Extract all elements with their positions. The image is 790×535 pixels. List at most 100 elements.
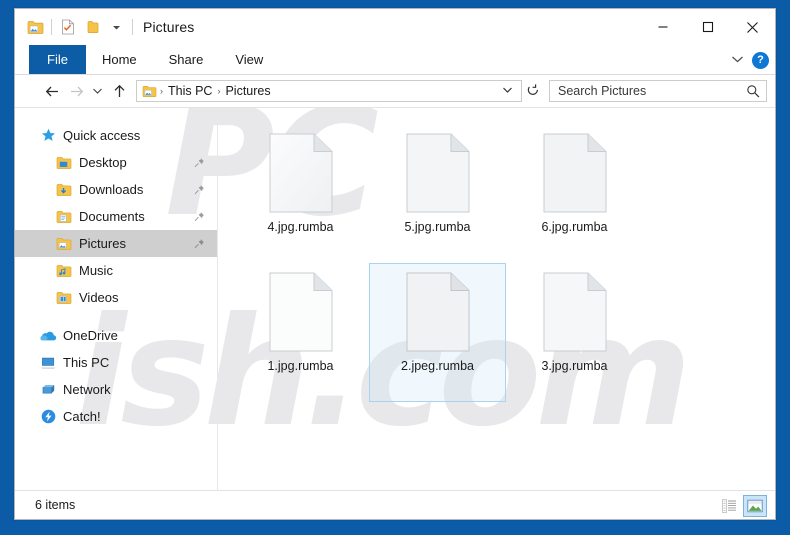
file-tile[interactable]: 5.jpg.rumba [369, 124, 506, 263]
help-button[interactable]: ? [752, 51, 769, 69]
breadcrumb-this-pc[interactable]: This PC [164, 84, 216, 98]
file-explorer-window: Pictures File Home Share View ? › This P… [14, 8, 776, 520]
file-name: 4.jpg.rumba [267, 220, 334, 234]
quick-access-toolbar [23, 15, 137, 39]
file-tile[interactable]: 3.jpg.rumba [506, 263, 643, 402]
sidebar-label: OneDrive [63, 328, 118, 343]
this-pc-monitor-icon [39, 355, 57, 371]
star-icon [39, 128, 57, 144]
tab-file[interactable]: File [29, 45, 86, 74]
address-dropdown-chevron-icon[interactable] [496, 86, 519, 97]
network-icon [39, 382, 57, 398]
file-name: 1.jpg.rumba [267, 359, 334, 373]
toolbar-separator-2 [132, 19, 133, 35]
sidebar-label: Music [79, 263, 113, 278]
folder-music-icon [55, 263, 73, 279]
pin-icon[interactable] [193, 211, 205, 223]
navigation-pane: Quick access Desktop Downloads Documents… [15, 108, 218, 490]
generic-file-icon [543, 272, 607, 352]
search-input[interactable]: Search Pictures [549, 80, 767, 102]
minimize-button[interactable] [640, 9, 685, 45]
ribbon-tab-bar: File Home Share View ? [15, 45, 775, 75]
pin-icon[interactable] [193, 238, 205, 250]
sidebar-label: Videos [79, 290, 119, 305]
title-bar: Pictures [15, 9, 775, 45]
onedrive-cloud-icon [39, 328, 57, 344]
folder-desktop-icon [55, 155, 73, 171]
tab-share[interactable]: Share [153, 45, 220, 74]
sidebar-item-downloads[interactable]: Downloads [15, 176, 217, 203]
view-toggle-group [717, 491, 767, 519]
generic-file-icon [406, 133, 470, 213]
sidebar-label: Documents [79, 209, 145, 224]
pin-icon[interactable] [193, 157, 205, 169]
tab-home[interactable]: Home [86, 45, 153, 74]
maximize-button[interactable] [685, 9, 730, 45]
forward-button[interactable] [65, 80, 87, 102]
search-placeholder: Search Pictures [558, 84, 647, 98]
desktop-background: Pictures File Home Share View ? › This P… [0, 0, 790, 535]
breadcrumb-folder-icon [142, 85, 159, 98]
details-view-button[interactable] [717, 495, 741, 517]
sidebar-item-pictures[interactable]: Pictures [15, 230, 217, 257]
generic-file-icon [543, 133, 607, 213]
status-bar: 6 items [15, 490, 775, 519]
generic-file-icon [269, 133, 333, 213]
address-bar: › This PC › Pictures Search Pictures [15, 75, 775, 107]
sidebar-item-videos[interactable]: Videos [15, 284, 217, 311]
large-icons-view-button[interactable] [743, 494, 767, 517]
file-name: 3.jpg.rumba [541, 359, 608, 373]
file-tile[interactable]: 6.jpg.rumba [506, 124, 643, 263]
new-folder-icon[interactable] [80, 15, 104, 39]
tab-view[interactable]: View [219, 45, 279, 74]
sidebar-item-music[interactable]: Music [15, 257, 217, 284]
sidebar-item-network[interactable]: Network [15, 376, 217, 403]
folder-pictures-icon[interactable] [23, 15, 47, 39]
refresh-button[interactable] [524, 83, 545, 100]
pin-icon[interactable] [193, 184, 205, 196]
generic-file-icon [269, 272, 333, 352]
caption-button-group [640, 9, 775, 45]
sidebar-item-documents[interactable]: Documents [15, 203, 217, 230]
folder-pictures-icon [55, 236, 73, 252]
up-button[interactable] [108, 80, 130, 102]
sidebar-label: Quick access [63, 128, 141, 143]
properties-icon[interactable] [56, 15, 80, 39]
sidebar-item-desktop[interactable]: Desktop [15, 149, 217, 176]
ribbon-right-controls: ? [731, 45, 769, 75]
expand-ribbon-chevron-icon[interactable] [731, 51, 744, 69]
toolbar-separator [51, 19, 52, 35]
sidebar-label: Downloads [79, 182, 144, 197]
close-button[interactable] [730, 9, 775, 45]
sidebar-label: Pictures [79, 236, 126, 251]
file-tile[interactable]: 4.jpg.rumba [232, 124, 369, 263]
file-name: 2.jpeg.rumba [401, 359, 474, 373]
sidebar-item-onedrive[interactable]: OneDrive [15, 322, 217, 349]
generic-file-icon [406, 272, 470, 352]
sidebar-item-catch[interactable]: Catch! [15, 403, 217, 430]
folder-documents-icon [55, 209, 73, 225]
breadcrumb[interactable]: › This PC › Pictures [136, 80, 522, 102]
file-tile-selected[interactable]: 2.jpeg.rumba [369, 263, 506, 402]
search-icon[interactable] [746, 84, 760, 98]
folder-downloads-icon [55, 182, 73, 198]
window-title: Pictures [143, 19, 195, 35]
folder-videos-icon [55, 290, 73, 306]
back-button[interactable] [41, 80, 63, 102]
file-grid: 4.jpg.rumba 5.jpg.rumba 6.jpg.rumba 1.jp… [232, 124, 775, 402]
sidebar-label: Network [63, 382, 111, 397]
file-name: 5.jpg.rumba [404, 220, 471, 234]
sidebar-item-this-pc[interactable]: This PC [15, 349, 217, 376]
item-count-label: 6 items [35, 498, 76, 512]
customize-chevron-icon[interactable] [104, 15, 128, 39]
sidebar-label: Desktop [79, 155, 127, 170]
sidebar-label: Catch! [63, 409, 101, 424]
breadcrumb-pictures[interactable]: Pictures [221, 84, 274, 98]
sidebar-label: This PC [63, 355, 110, 370]
file-tile[interactable]: 1.jpg.rumba [232, 263, 369, 402]
sidebar-item-quick-access[interactable]: Quick access [15, 122, 217, 149]
file-list-view[interactable]: 4.jpg.rumba 5.jpg.rumba 6.jpg.rumba 1.jp… [218, 108, 775, 490]
catch-app-icon [39, 409, 57, 425]
recent-locations-button[interactable] [89, 80, 106, 102]
explorer-body: PC ish.com Quick access [15, 107, 775, 490]
